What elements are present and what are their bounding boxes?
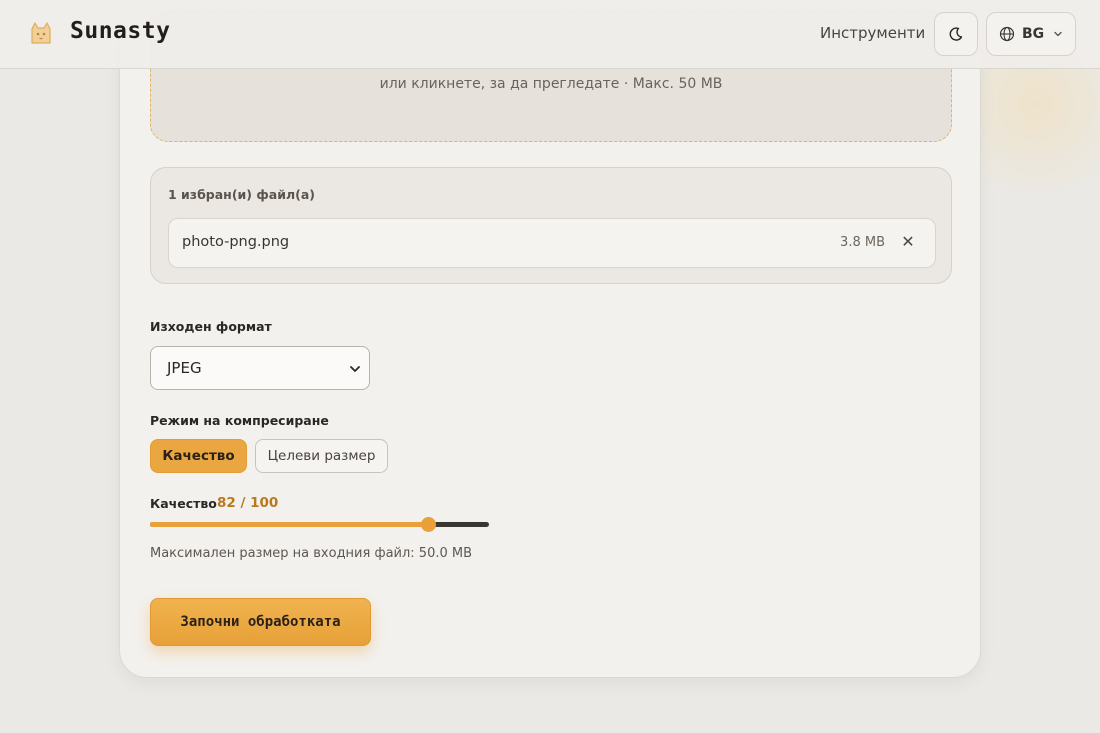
top-header: Sunasty Инструменти BG [0,0,1100,69]
file-item: photo-png.png 3.8 MB ✕ [168,218,936,268]
file-size: 3.8 MB [840,235,885,250]
quality-slider[interactable] [150,517,489,532]
max-input-size-note: Максимален размер на входния файл: 50.0 … [150,546,473,561]
brand-name[interactable]: Sunasty [70,18,170,44]
file-name: photo-png.png [182,234,290,250]
moon-icon [949,27,963,41]
output-format-select[interactable]: JPEG [150,346,370,390]
globe-icon [999,26,1015,42]
remove-file-icon[interactable]: ✕ [899,233,917,251]
chevron-down-icon [350,366,360,372]
mode-target-size-button[interactable]: Целеви размер [255,439,388,473]
files-count-label: 1 избран(и) файл(а) [168,187,315,202]
nav-tools-link[interactable]: Инструменти [820,24,925,42]
quality-slider-fill [150,522,428,527]
quality-slider-thumb[interactable] [420,517,436,532]
dropzone-hint: или кликнете, за да прегледате · Макс. 5… [379,76,723,92]
quality-label: Качество [150,496,217,511]
start-processing-button[interactable]: Започни обработката [150,598,371,646]
selected-files-panel: 1 избран(и) файл(а) photo-png.png 3.8 MB… [150,167,952,284]
language-code: BG [1022,26,1045,42]
chevron-down-icon [1054,31,1062,37]
converter-card: или кликнете, за да прегледате · Макс. 5… [119,11,981,678]
output-format-label: Изходен формат [150,319,272,334]
mode-quality-button[interactable]: Качество [150,439,247,473]
quality-value: 82 / 100 [217,495,279,511]
compression-mode-label: Режим на компресиране [150,413,329,428]
output-format-value: JPEG [167,359,202,377]
cat-logo-icon [31,22,51,44]
language-selector[interactable]: BG [986,12,1076,56]
theme-toggle-button[interactable] [934,12,978,56]
